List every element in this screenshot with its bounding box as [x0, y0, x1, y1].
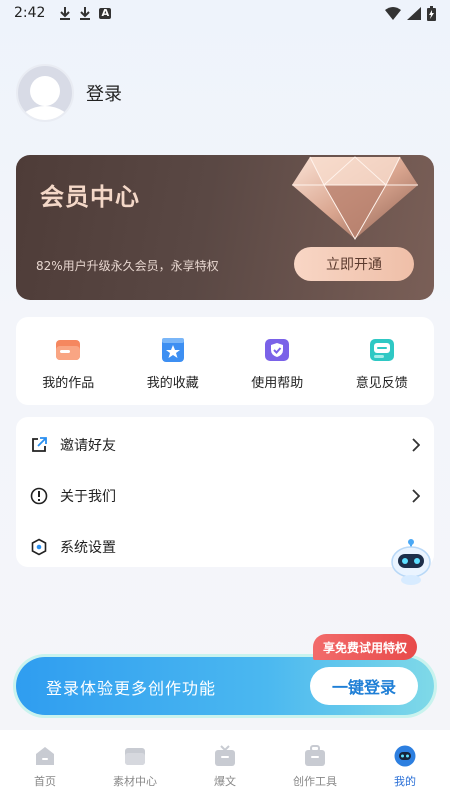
quick-item-help[interactable]: 使用帮助: [232, 336, 322, 391]
vip-open-button[interactable]: 立即开通: [294, 247, 414, 281]
tab-mine[interactable]: 我的: [365, 745, 445, 789]
a-badge-icon: A: [99, 7, 112, 19]
quick-label: 使用帮助: [251, 375, 304, 391]
share-icon: [32, 437, 47, 452]
chevron-right-icon: [412, 489, 420, 503]
quick-label: 我的收藏: [146, 375, 199, 391]
menu-label: 系统设置: [60, 540, 116, 556]
wifi-icon: [385, 6, 401, 20]
assistant-robot-icon[interactable]: [386, 536, 436, 586]
vip-title: 会员中心: [40, 183, 140, 211]
tab-label: 我的: [394, 775, 416, 788]
menu-list: 邀请好友 关于我们 系统设置: [16, 417, 434, 567]
quick-item-my-favorites[interactable]: 我的收藏: [128, 336, 218, 391]
quick-actions-card: 我的作品 我的收藏 使用帮助 意见反馈: [16, 317, 434, 405]
folder-icon: [125, 748, 145, 765]
folder-icon: [56, 339, 81, 360]
info-icon: [30, 487, 48, 505]
menu-label: 邀请好友: [60, 438, 116, 454]
tab-label: 首页: [34, 775, 56, 788]
tab-label: 爆文: [214, 775, 236, 788]
shield-help-icon: [265, 338, 290, 361]
system-icons: [385, 5, 436, 21]
diamond-icon: [292, 156, 418, 241]
vip-center-card[interactable]: 会员中心 82%用户升级永久会员，永享特权 立即开通: [16, 155, 434, 300]
tab-home[interactable]: 首页: [5, 745, 85, 789]
status-bar: 2:42 A: [0, 0, 450, 26]
battery-icon: [427, 5, 436, 21]
tab-label: 创作工具: [293, 775, 337, 788]
tab-hot-articles[interactable]: 爆文: [185, 745, 265, 789]
quick-item-my-works[interactable]: 我的作品: [23, 336, 113, 391]
profile-header[interactable]: 登录: [16, 64, 122, 122]
login-link[interactable]: 登录: [86, 80, 122, 106]
tv-icon: [215, 745, 235, 766]
one-click-login-button[interactable]: 一键登录: [310, 667, 418, 705]
download-icon: [80, 7, 91, 20]
robot-face-icon: [394, 745, 416, 767]
tab-label: 素材中心: [113, 775, 157, 788]
tab-materials[interactable]: 素材中心: [95, 745, 175, 789]
notification-icons: A: [59, 6, 112, 20]
menu-item-about-us[interactable]: 关于我们: [16, 473, 434, 519]
status-time: 2:42: [14, 5, 46, 21]
home-icon: [36, 747, 54, 765]
menu-item-settings[interactable]: 系统设置: [16, 524, 434, 570]
vip-description: 82%用户升级永久会员，永享特权: [36, 259, 219, 273]
quick-label: 我的作品: [42, 375, 95, 391]
avatar[interactable]: [16, 64, 74, 122]
login-promo-banner[interactable]: 登录体验更多创作功能 一键登录: [16, 657, 434, 715]
star-icon: [161, 337, 184, 362]
signal-icon: [407, 6, 421, 20]
feedback-icon: [369, 338, 394, 361]
settings-icon: [31, 538, 47, 556]
menu-label: 关于我们: [60, 489, 116, 505]
toolbox-icon: [305, 745, 325, 766]
bottom-tab-bar: 首页 素材中心 爆文 创作工具 我的: [0, 730, 450, 800]
tab-creation-tools[interactable]: 创作工具: [275, 745, 355, 789]
quick-item-feedback[interactable]: 意见反馈: [337, 336, 427, 391]
free-trial-badge: 享免费试用特权: [313, 634, 418, 660]
quick-label: 意见反馈: [355, 375, 408, 391]
menu-item-invite-friends[interactable]: 邀请好友: [16, 422, 434, 468]
chevron-right-icon: [412, 438, 420, 452]
banner-text: 登录体验更多创作功能: [46, 679, 217, 698]
download-icon: [60, 7, 71, 20]
